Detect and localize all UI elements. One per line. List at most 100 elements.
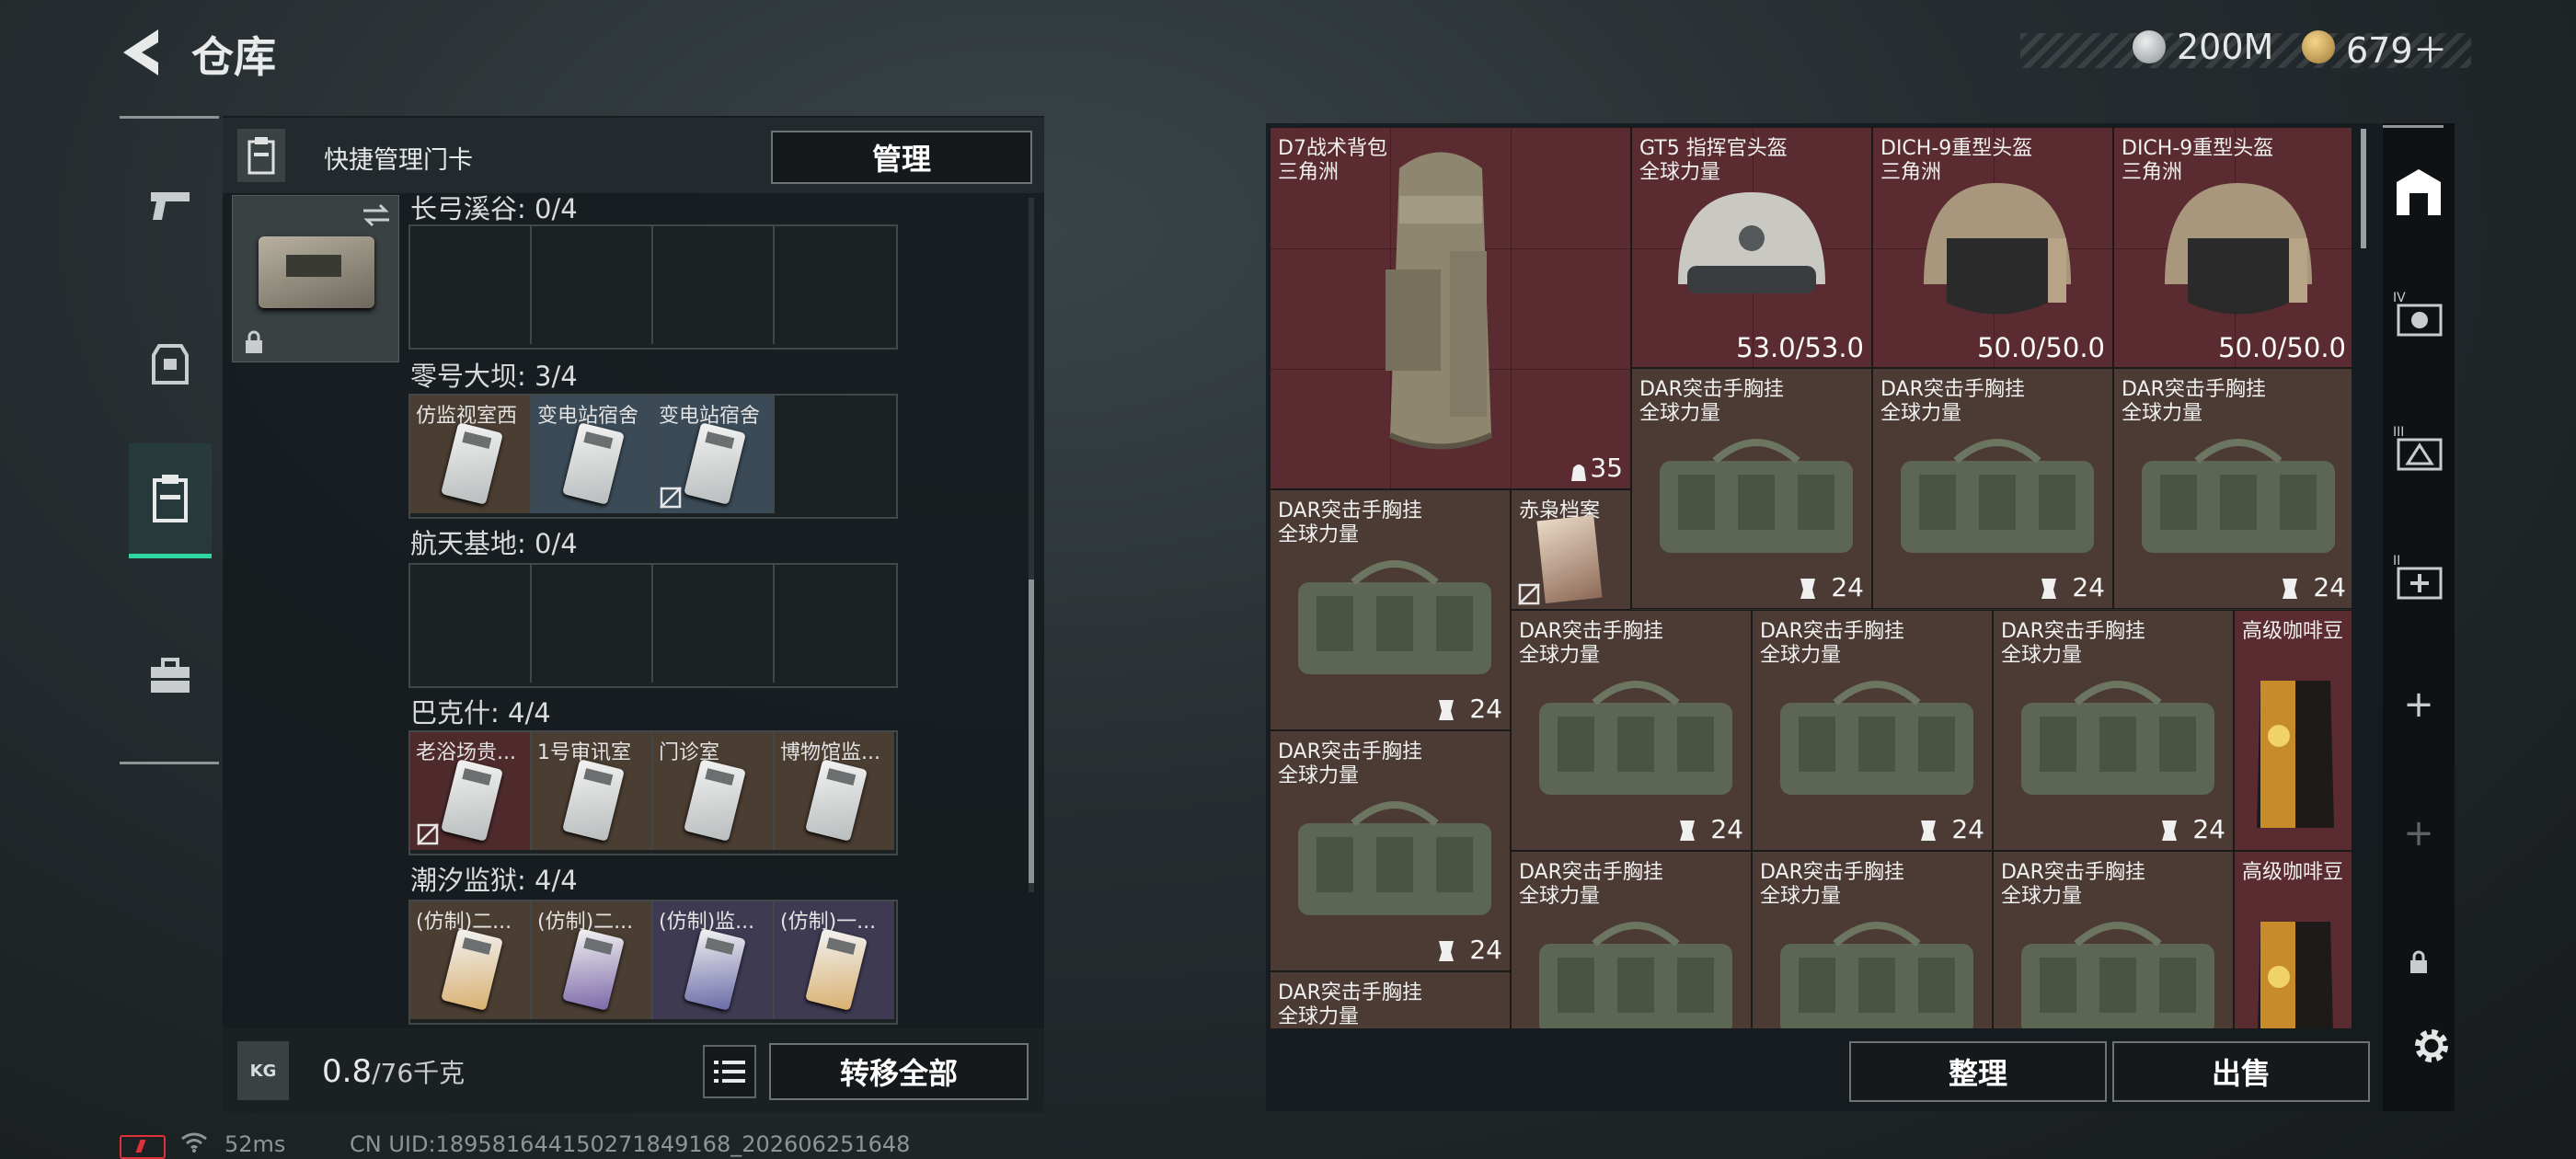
no-trade-icon	[660, 487, 682, 509]
back-arrow-icon[interactable]	[118, 26, 167, 79]
weight-value: 0.8	[322, 1053, 373, 1090]
chest-rig-image	[1539, 681, 1732, 795]
item-subtitle: 全球力量	[1760, 644, 1842, 667]
item-tile[interactable]: DAR突击手胸挂 全球力量 24	[1752, 610, 1993, 851]
keycard-slot[interactable]: (仿制)一...	[775, 901, 894, 1019]
item-tile[interactable]: DAR突击手胸挂 全球力量	[1270, 971, 1511, 1028]
keycard-row-brakkesh: 老浴场贵... 1号审讯室 门诊室 博物馆监...	[408, 730, 898, 855]
keycard-case-slot[interactable]	[232, 195, 399, 362]
keycard-slot[interactable]	[532, 226, 653, 344]
keycard-image	[684, 759, 746, 842]
keycard-slot[interactable]	[653, 226, 775, 344]
transfer-all-button[interactable]: 转移全部	[769, 1043, 1029, 1100]
item-durability: 53.0/53.0	[1736, 332, 1864, 363]
item-tile[interactable]: DAR突击手胸挂 全球力量 24	[1270, 730, 1511, 971]
keycard-slot[interactable]	[775, 396, 894, 513]
rail-tab-toolbox[interactable]	[129, 625, 212, 727]
chest-rig-image	[2021, 922, 2214, 1028]
item-tile[interactable]: DAR突击手胸挂 全球力量	[1752, 851, 1993, 1028]
silver-coin-icon	[2133, 30, 2166, 63]
rail-tab-weapons[interactable]	[129, 155, 212, 256]
map-label-brakkesh: 巴克什: 4/4	[410, 697, 551, 729]
coffee-bag-image	[2257, 681, 2334, 828]
add-storage-button-disabled: +	[2383, 797, 2455, 870]
keycard-slot[interactable]	[532, 565, 653, 683]
keycard-slot[interactable]: (仿制)二...	[532, 901, 653, 1019]
rail-tab-keycards[interactable]	[129, 443, 212, 558]
item-count: 24	[2313, 572, 2346, 602]
lock-icon	[2410, 950, 2427, 973]
gold-currency[interactable]: 679＋	[2302, 26, 2448, 71]
sell-button[interactable]: 出售	[2112, 1041, 2370, 1102]
rail-tab-gear[interactable]	[129, 313, 212, 414]
keycard-image	[562, 422, 625, 505]
item-tile[interactable]: GT5 指挥官头盔 全球力量 53.0/53.0	[1631, 127, 1872, 368]
chest-rig-image	[1298, 560, 1491, 674]
storage-scrollbar[interactable]	[2361, 129, 2366, 248]
item-tile[interactable]: DICH-9重型头盔 三角洲 50.0/50.0	[1872, 127, 2113, 368]
keycard-holder-icon	[153, 475, 188, 522]
item-tile[interactable]: DAR突击手胸挂 全球力量	[1993, 851, 2234, 1028]
keycard-image	[441, 928, 503, 1011]
keycard-slot[interactable]: 1号审讯室	[532, 732, 653, 850]
storage-page-2[interactable]: II	[2383, 539, 2455, 613]
swap-icon[interactable]	[360, 201, 393, 229]
item-tile[interactable]: DAR突击手胸挂 全球力量 24	[1511, 610, 1752, 851]
item-tile[interactable]: DAR突击手胸挂 全球力量 24	[1872, 368, 2113, 609]
keycard-scroll-thumb[interactable]	[1029, 580, 1034, 883]
map-label-longbow: 长弓溪谷: 0/4	[410, 193, 578, 224]
item-tile[interactable]: DAR突击手胸挂 全球力量 24	[1270, 489, 1511, 730]
armor-class-icon	[1680, 820, 1695, 841]
keycard-slot[interactable]	[410, 565, 532, 683]
keycard-slot[interactable]: 门诊室	[653, 732, 775, 850]
item-tile[interactable]: 赤枭档案	[1511, 489, 1631, 610]
keycard-slot[interactable]: 变电站宿舍	[653, 396, 775, 513]
item-count: 24	[1831, 572, 1864, 602]
silver-currency-value: 200M	[2177, 27, 2274, 67]
storage-page-3[interactable]: III	[2383, 410, 2455, 484]
item-count: 24	[2192, 814, 2225, 844]
keycard-slot[interactable]: 博物馆监...	[775, 732, 894, 850]
item-tile[interactable]: DAR突击手胸挂 全球力量	[1511, 851, 1752, 1028]
item-tile[interactable]: D7战术背包 三角洲 35	[1270, 127, 1631, 489]
coffee-bag-image	[2258, 922, 2333, 1028]
battery-icon	[120, 1135, 166, 1159]
item-tile[interactable]: DAR突击手胸挂 全球力量 24	[2113, 368, 2352, 609]
keycard-row-longbow	[408, 224, 898, 350]
keycard-slot[interactable]: 变电站宿舍	[532, 396, 653, 513]
item-subtitle: 全球力量	[1278, 764, 1360, 787]
keycard-slot[interactable]	[775, 565, 894, 683]
keycard-image	[562, 928, 625, 1011]
sort-button[interactable]: 整理	[1849, 1041, 2107, 1102]
keycard-slot[interactable]: (仿制)二...	[410, 901, 532, 1019]
keycard-slot[interactable]: 仿监视室西	[410, 396, 532, 513]
item-subtitle: 全球力量	[1519, 885, 1601, 908]
item-tile[interactable]: 高级咖啡豆	[2234, 610, 2352, 851]
manage-button[interactable]: 管理	[771, 131, 1032, 184]
capacity-icon	[1571, 465, 1586, 481]
sidebar-top-divider	[2383, 125, 2444, 128]
add-storage-button[interactable]: +	[2383, 668, 2455, 741]
item-tile[interactable]: DICH-9重型头盔 三角洲 50.0/50.0	[2113, 127, 2352, 368]
weight-unit: /76千克	[372, 1058, 466, 1088]
item-tile[interactable]: 高级咖啡豆	[2234, 851, 2352, 1028]
keycard-slot[interactable]	[653, 565, 775, 683]
item-tile[interactable]: DAR突击手胸挂 全球力量 24	[1631, 368, 1872, 609]
storage-page-4[interactable]: IV	[2383, 276, 2455, 350]
keycard-slot[interactable]	[775, 226, 894, 344]
keycard-image	[441, 422, 503, 505]
keycard-slot[interactable]: (仿制)监...	[653, 901, 775, 1019]
keycard-image	[684, 928, 746, 1011]
item-tile[interactable]: DAR突击手胸挂 全球力量 24	[1993, 610, 2234, 851]
no-trade-icon	[417, 823, 439, 845]
silver-currency[interactable]: 200M	[2133, 26, 2273, 68]
storage-page-main[interactable]	[2383, 156, 2455, 230]
keycard-slot[interactable]: 老浴场贵...	[410, 732, 532, 850]
settings-gear-icon[interactable]	[2409, 1023, 2455, 1069]
item-subtitle: 全球力量	[1880, 402, 1962, 425]
keycard-slot[interactable]	[410, 226, 532, 344]
page-title: 仓库	[191, 32, 276, 82]
armor-class-icon	[2041, 579, 2056, 599]
armor-class-icon	[1921, 820, 1936, 841]
list-view-button[interactable]	[703, 1045, 756, 1098]
